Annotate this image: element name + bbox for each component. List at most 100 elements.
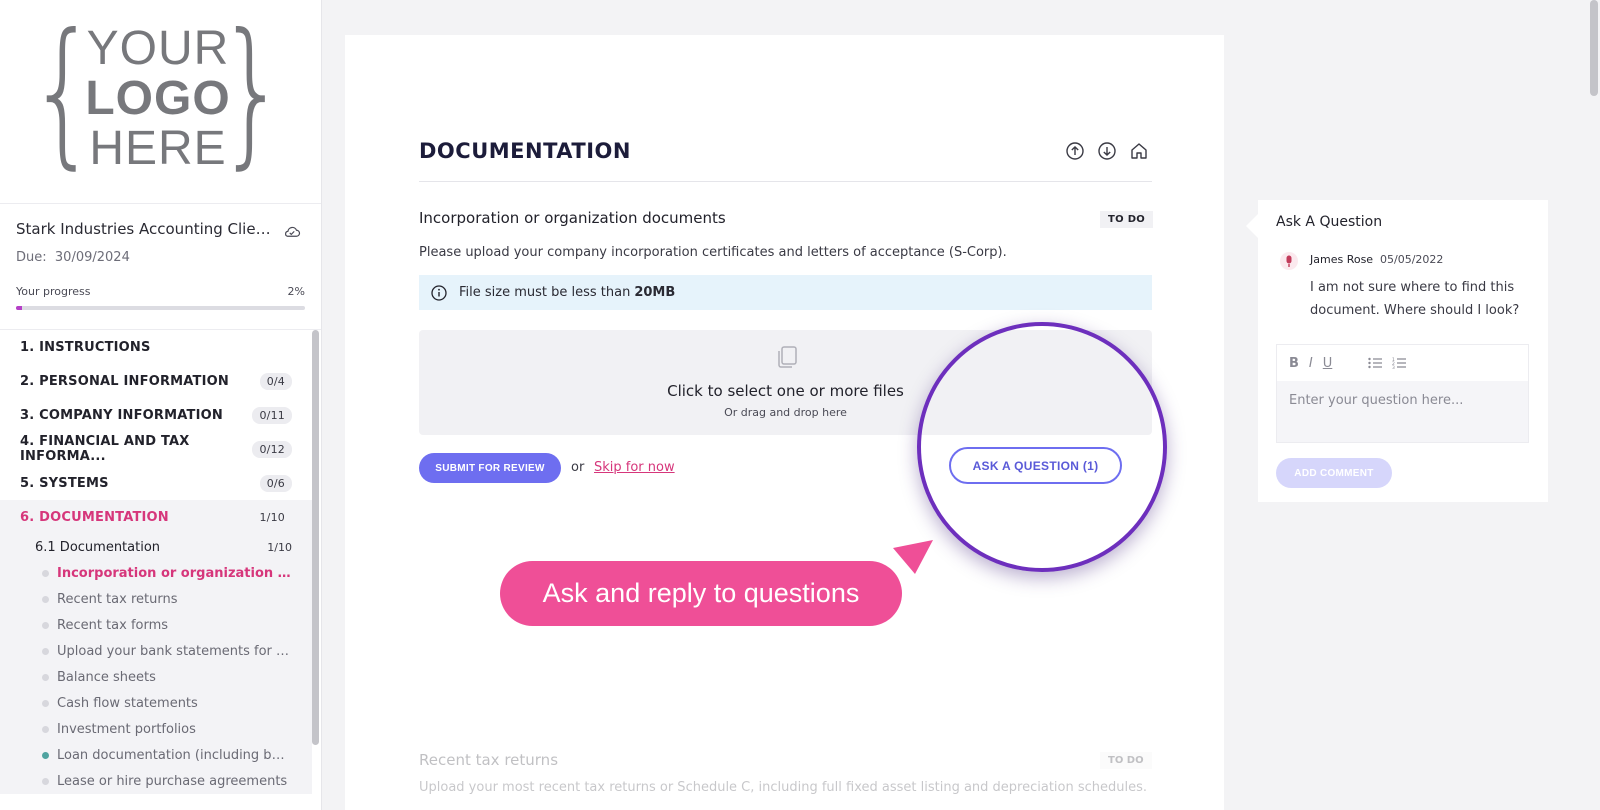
next-section-status-badge: TO DO (1100, 752, 1152, 769)
progress-fill (16, 306, 22, 310)
nav-leaf-tax-returns[interactable]: Recent tax returns (0, 586, 312, 612)
file-size-notice: File size must be less than 20MB (419, 275, 1152, 310)
nav-subitem-label: 6.1 Documentation (35, 539, 161, 555)
nav-item-label: 6. DOCUMENTATION (20, 509, 169, 525)
project-title[interactable]: Stark Industries Accounting Client... (16, 220, 278, 238)
sidebar-scrollbar[interactable] (312, 330, 319, 745)
status-dot (42, 647, 49, 655)
question-input[interactable] (1277, 381, 1528, 442)
next-section-description: Upload your most recent tax returns or S… (419, 780, 1148, 795)
question-panel: Ask A Question James Rose 05/05/2022 I a… (1246, 200, 1548, 502)
nav-leaf-bank-statements[interactable]: Upload your bank statements for the... (0, 638, 312, 664)
home-icon[interactable] (1129, 141, 1149, 161)
due-label: Due: (16, 250, 47, 265)
next-section-title: Recent tax returns (419, 751, 559, 769)
section-title: Incorporation or organization documents (419, 209, 726, 227)
info-icon (431, 284, 447, 301)
sidebar: { YOUR LOGO HERE } Stark Industries Acco… (0, 0, 322, 810)
nav-leaf-balance-sheets[interactable]: Balance sheets (0, 664, 312, 690)
callout-pointer-icon (893, 540, 933, 574)
microphone-avatar-icon (1280, 252, 1298, 270)
nav-leaf-label: Recent tax returns (57, 591, 178, 607)
nav-item-label: 2. PERSONAL INFORMATION (20, 373, 229, 389)
nav-leaf-incorporation[interactable]: Incorporation or organization docu... (0, 560, 312, 586)
progress-percent: 2% (287, 285, 305, 298)
nav-leaf-loan-documentation[interactable]: Loan documentation (including bank... (0, 742, 312, 768)
ask-question-button[interactable]: ASK A QUESTION (1) (949, 447, 1122, 484)
status-badge: TO DO (1100, 211, 1154, 228)
nav-item-count: 0/4 (259, 372, 292, 390)
notice-text: File size must be less than (459, 285, 631, 300)
page-scrollbar[interactable] (1590, 0, 1598, 96)
status-dot (42, 699, 49, 707)
section-nav: 1. INSTRUCTIONS 2. PERSONAL INFORMATION 0… (0, 330, 312, 794)
question-panel-title: Ask A Question (1276, 214, 1383, 230)
or-separator: or (571, 460, 585, 475)
callout-bubble: Ask and reply to questions (500, 561, 902, 626)
nav-item-count: 1/10 (259, 510, 285, 524)
skip-for-now-link[interactable]: Skip for now (594, 460, 675, 475)
nav-subitem-documentation[interactable]: 6.1 Documentation 1/10 (0, 534, 312, 560)
bullet-list-icon[interactable] (1368, 357, 1383, 369)
nav-item-label: 1. INSTRUCTIONS (20, 339, 151, 355)
nav-leaf-label: Recent tax forms (57, 617, 169, 633)
files-icon (778, 346, 797, 368)
svg-text:3: 3 (1392, 365, 1395, 369)
logo-area: { YOUR LOGO HERE } (0, 0, 321, 204)
nav-leaf-lease-agreements[interactable]: Lease or hire purchase agreements (0, 768, 312, 794)
submit-for-review-button[interactable]: SUBMIT FOR REVIEW (419, 453, 561, 483)
nav-item-count: 0/11 (252, 406, 292, 424)
comment-editor: B I U 123 (1276, 344, 1529, 443)
nav-item-documentation[interactable]: 6. DOCUMENTATION 1/10 (0, 500, 312, 534)
nav-leaf-label: Upload your bank statements for the... (57, 643, 292, 659)
status-dot (42, 621, 49, 629)
nav-subitem-count: 1/10 (267, 540, 292, 554)
nav-item-label: 5. SYSTEMS (20, 475, 109, 491)
nav-leaf-label: Incorporation or organization docu... (57, 565, 292, 581)
due-date: Due: 30/09/2024 (16, 250, 305, 265)
header-actions (1065, 141, 1149, 161)
nav-leaf-cash-flow[interactable]: Cash flow statements (0, 690, 312, 716)
status-dot (42, 673, 49, 681)
nav-item-label: 3. COMPANY INFORMATION (20, 407, 223, 423)
section-description: Please upload your company incorporation… (419, 245, 1007, 260)
title-divider (419, 181, 1152, 182)
company-logo: { YOUR LOGO HERE } (28, 8, 288, 182)
nav-leaf-investment-portfolios[interactable]: Investment portfolios (0, 716, 312, 742)
due-date-value: 30/09/2024 (54, 250, 130, 265)
notice-size-limit: 20MB (634, 285, 676, 300)
comment-date: 05/05/2022 (1380, 253, 1444, 266)
nav-item-personal-information[interactable]: 2. PERSONAL INFORMATION 0/4 (0, 364, 312, 398)
arrow-up-circle-icon[interactable] (1065, 141, 1085, 161)
nav-item-company-information[interactable]: 3. COMPANY INFORMATION 0/11 (0, 398, 312, 432)
underline-button[interactable]: U (1323, 356, 1333, 371)
nav-item-financial-tax[interactable]: 4. FINANCIAL AND TAX INFORMA... 0/12 (0, 432, 312, 466)
nav-item-count: 0/12 (252, 440, 292, 458)
nav-leaf-label: Cash flow statements (57, 695, 198, 711)
page-title: DOCUMENTATION (419, 139, 631, 163)
status-dot (42, 777, 49, 785)
nav-leaf-label: Loan documentation (including bank... (57, 747, 292, 763)
status-dot (42, 595, 49, 603)
arrow-down-circle-icon[interactable] (1097, 141, 1117, 161)
comment-author: James Rose (1310, 253, 1374, 266)
status-dot (42, 569, 49, 577)
numbered-list-icon[interactable]: 123 (1392, 357, 1407, 369)
progress-label: Your progress (16, 285, 91, 298)
project-summary: Stark Industries Accounting Client... Du… (0, 204, 321, 330)
nav-leaf-label: Investment portfolios (57, 721, 196, 737)
comment-text: I am not sure where to find this documen… (1310, 280, 1520, 318)
nav-item-count: 0/6 (259, 474, 292, 492)
logo-brace-right: } (217, 0, 288, 184)
italic-button[interactable]: I (1309, 356, 1313, 371)
bold-button[interactable]: B (1289, 356, 1299, 371)
nav-leaf-tax-forms[interactable]: Recent tax forms (0, 612, 312, 638)
nav-item-instructions[interactable]: 1. INSTRUCTIONS (0, 330, 312, 364)
status-dot (42, 751, 49, 759)
status-dot (42, 725, 49, 733)
progress-row: Your progress 2% (16, 285, 305, 298)
cloud-sync-icon[interactable] (283, 224, 301, 238)
add-comment-button[interactable]: ADD COMMENT (1276, 458, 1392, 488)
nav-item-systems[interactable]: 5. SYSTEMS 0/6 (0, 466, 312, 500)
nav-item-label: 4. FINANCIAL AND TAX INFORMA... (20, 434, 190, 464)
